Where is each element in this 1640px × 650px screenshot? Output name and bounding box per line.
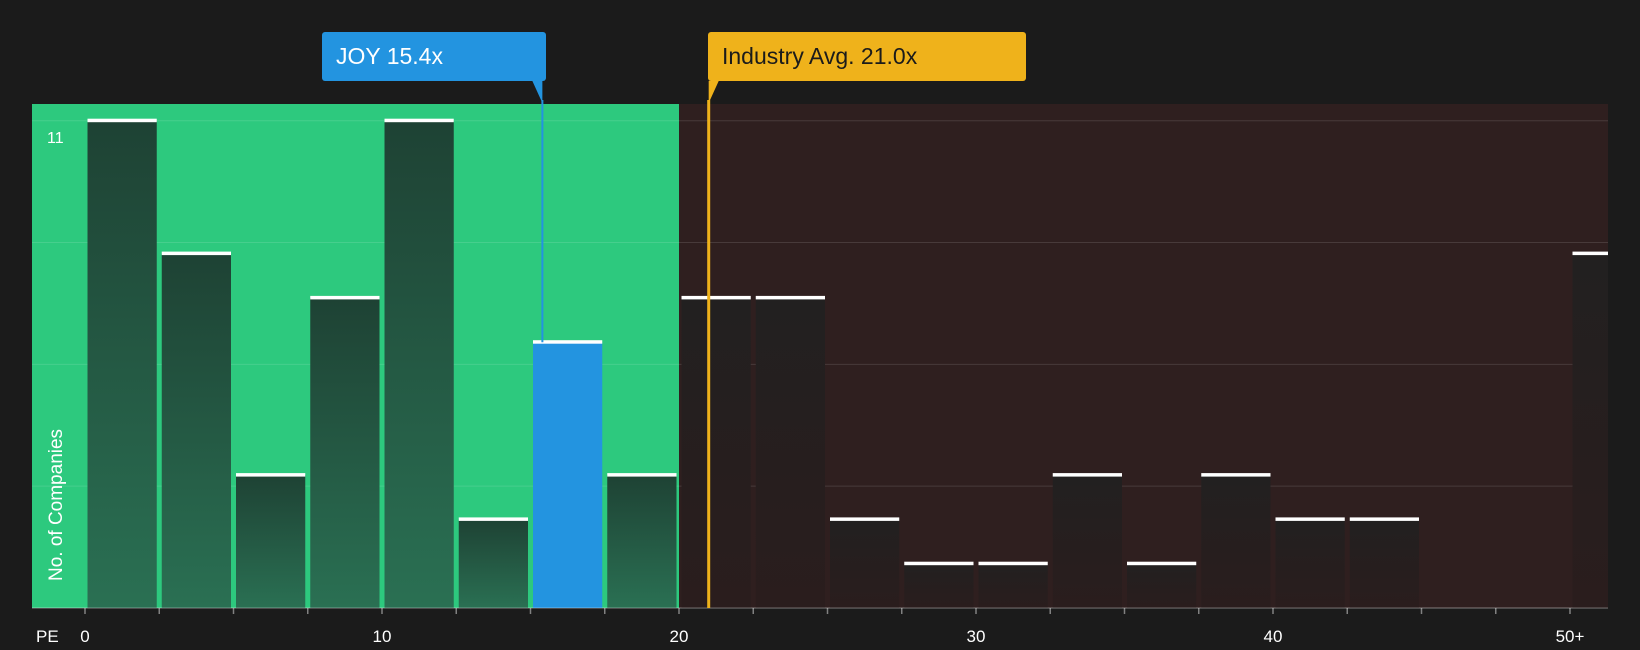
x-tick-label: 0 — [80, 627, 89, 646]
histogram-bar — [1127, 563, 1197, 608]
bar-cap — [384, 118, 454, 123]
bar-cap — [755, 295, 825, 300]
bar-cap — [1572, 251, 1608, 256]
bar-cap — [978, 561, 1048, 566]
callout-label-joy: JOY 15.4x — [336, 43, 443, 69]
x-tick-label: 50+ — [1556, 627, 1585, 646]
bar-cap — [1349, 517, 1419, 521]
histogram-bar — [1201, 475, 1271, 608]
bar-cap — [1275, 517, 1345, 521]
histogram-bar — [904, 563, 974, 608]
histogram-bar — [236, 475, 306, 608]
histogram-bar — [978, 563, 1048, 608]
histogram-bar — [830, 519, 900, 608]
bar-cap — [87, 118, 157, 123]
histogram-bar — [458, 519, 528, 608]
bar-cap — [607, 473, 677, 477]
bar-cap — [533, 340, 603, 344]
bar-highlight-joy — [533, 342, 603, 608]
y-tick-label: 11 — [47, 130, 64, 147]
bar-cap — [904, 561, 974, 566]
histogram-bar — [87, 120, 157, 608]
bar-cap — [161, 251, 231, 256]
bar-cap — [236, 473, 306, 477]
histogram-bar — [681, 297, 751, 608]
histogram-bar — [384, 120, 454, 608]
bar-cap — [1127, 561, 1197, 566]
histogram-bar — [1052, 475, 1122, 608]
histogram-bar — [161, 253, 231, 608]
callout-label-industry-avg: Industry Avg. 21.0x — [722, 43, 918, 69]
x-tick-label: 10 — [373, 627, 392, 646]
bar-cap — [310, 295, 380, 300]
x-tick-label: 20 — [670, 627, 689, 646]
pe-distribution-chart: 0 10 20 30 40 50+ PE No. of Companies 11 JOY 15.… — [0, 0, 1640, 650]
histogram-bar — [1572, 253, 1608, 608]
histogram-bar — [1275, 519, 1345, 608]
bar-cap — [830, 517, 900, 521]
histogram-bar — [1349, 519, 1419, 608]
y-axis-label: No. of Companies — [46, 429, 67, 581]
bar-cap — [1201, 473, 1271, 477]
histogram-bar — [607, 475, 677, 608]
bar-cap — [1052, 473, 1122, 477]
bar-cap — [458, 517, 528, 521]
bar-cap — [681, 295, 751, 300]
histogram-bar — [310, 297, 380, 608]
x-tick-label: 30 — [967, 627, 986, 646]
histogram-bar — [755, 297, 825, 608]
x-tick-label: 40 — [1264, 627, 1283, 646]
x-axis-label: PE — [36, 627, 59, 646]
